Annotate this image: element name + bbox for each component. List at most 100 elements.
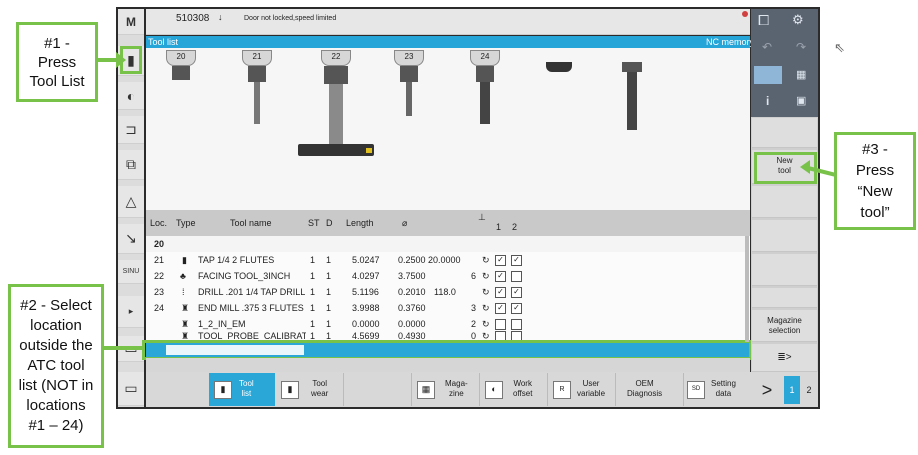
row-diameter: 0.2500 [398, 255, 426, 265]
next-page-arrow[interactable]: > [754, 376, 780, 404]
sinumerik-icon[interactable]: SINU [118, 260, 144, 284]
row-name: FACING TOOL_3INCH [198, 271, 291, 281]
oem-diagnosis-label: OEM Diagnosis [627, 379, 663, 398]
tool-20: 20 [164, 48, 198, 88]
tool-wear-icon: ▮ [281, 381, 299, 399]
oem-diagnosis-button[interactable]: OEM Diagnosis [617, 373, 684, 406]
row-loc: 24 [154, 303, 165, 313]
work-offset-button[interactable]: ◐ Work offset [481, 373, 548, 406]
row-count: 6 [471, 271, 477, 281]
table-footer [146, 358, 750, 372]
row-length: 4.0297 [352, 271, 380, 281]
spindle-dir-icon: ↻ [482, 271, 490, 281]
window-icon[interactable] [754, 66, 782, 84]
row-loc: 23 [154, 287, 165, 297]
program-icon[interactable]: ⊐ [118, 116, 144, 144]
softkey-blank-2[interactable] [752, 186, 817, 218]
row-check2[interactable] [511, 268, 522, 284]
table-row-selected[interactable]: 20 [146, 236, 748, 252]
expand-arrow-icon[interactable]: ▸ [118, 296, 144, 328]
screenshot-icon[interactable]: ⧠ [758, 12, 769, 29]
user-variable-label: User variable [577, 379, 606, 398]
row-d: 1 [326, 271, 332, 281]
row-check1[interactable]: ✓ [495, 300, 506, 316]
tool-unloaded-1 [546, 62, 572, 76]
machine-icon[interactable]: M [118, 9, 144, 35]
wrench-icon[interactable]: ↘ [118, 224, 144, 254]
offset-icon[interactable]: ◐ [118, 82, 144, 110]
tool-list-button[interactable]: ▮ Tool list [209, 373, 275, 406]
tool-23: 23 [392, 48, 426, 120]
softkey-blank-4[interactable] [752, 254, 817, 286]
page-2[interactable]: 2 [802, 376, 816, 404]
row-diameter: 0.2010 [398, 287, 426, 297]
row-name: END MILL .375 3 FLUTES [198, 303, 304, 313]
tool-list-icon: ▮ [214, 381, 232, 399]
table-row[interactable]: 21 ▮ TAP 1/4 2 FLUTES 1 1 5.0247 0.2500 … [146, 252, 748, 268]
title-right: NC memory [706, 37, 755, 47]
callout-3: #3 - Press “New tool” [834, 132, 916, 230]
tool-22: 22 [296, 48, 376, 164]
softkey-blank-3[interactable] [752, 220, 817, 252]
tool-wear-button[interactable]: ▮ Tool wear [277, 373, 344, 406]
undo-icon[interactable]: ↶ [762, 40, 772, 54]
table-scrollbar[interactable] [745, 236, 749, 342]
row-check1[interactable]: ✓ [495, 252, 506, 268]
files-icon[interactable]: ⧉ [118, 150, 144, 180]
row-check1[interactable]: ✓ [495, 268, 506, 284]
row-length: 5.1196 [352, 287, 379, 297]
header-diameter: ⌀ [402, 218, 408, 228]
magazine-number: 23 [394, 50, 424, 66]
facing-tool-icon: ♣ [180, 271, 186, 281]
info-icon[interactable]: i [766, 94, 769, 108]
header-st: ST [308, 218, 320, 228]
row-check2[interactable]: ✓ [511, 300, 522, 316]
user-variable-button[interactable]: R User variable [549, 373, 616, 406]
row-check1[interactable]: ✓ [495, 284, 506, 300]
table-row[interactable]: 24 ♜ END MILL .375 3 FLUTES 1 1 3.9988 0… [146, 300, 748, 316]
spindle-dir-icon: ↻ [482, 255, 490, 265]
header-col1: 1 [496, 222, 502, 232]
highlight-box-row [142, 340, 752, 360]
page-1[interactable]: 1 [784, 376, 800, 404]
title-left: Tool list [148, 37, 179, 47]
magazine-icon: ▦ [417, 381, 435, 399]
magazine-number: 21 [242, 50, 272, 66]
user-variable-icon: R [553, 381, 571, 399]
tool-unloaded-2 [620, 62, 644, 134]
alarm-icon[interactable]: △ [118, 186, 144, 218]
more-softkeys-button[interactable]: ≣> [752, 344, 817, 372]
softkey-blank-1[interactable] [752, 118, 817, 148]
row-diameter: 3.7500 [398, 271, 426, 281]
setting-data-button[interactable]: SD Setting data [685, 373, 749, 406]
table-row[interactable]: 23 ⁞ DRILL .201 1/4 TAP DRILL 1 1 5.1196… [146, 284, 748, 300]
row-d: 1 [326, 255, 332, 265]
magazine-selection-button[interactable]: Magazine selection [752, 310, 817, 342]
blank-softkey[interactable] [345, 373, 412, 406]
row-loc: 20 [154, 239, 165, 249]
row-check2[interactable]: ✓ [511, 252, 522, 268]
arrow-down-icon: ↓ [218, 12, 223, 22]
magazine-button[interactable]: ▦ Maga- zine [413, 373, 480, 406]
settings-icon[interactable]: ⚙ [792, 12, 804, 28]
row-loc: 21 [154, 255, 165, 265]
spindle-dir-icon: ↻ [482, 303, 490, 313]
redo-icon[interactable]: ↷ [796, 40, 806, 54]
table-row[interactable]: 22 ♣ FACING TOOL_3INCH 1 1 4.0297 3.7500… [146, 268, 748, 284]
row-length: 3.9988 [352, 303, 380, 313]
softkey-blank-5[interactable] [752, 288, 817, 308]
row-st: 1 [310, 271, 316, 281]
mouse-cursor-icon: ⇖ [834, 40, 845, 55]
magazine-label: Maga- zine [445, 379, 468, 398]
row-check2[interactable]: ✓ [511, 284, 522, 300]
keyboard-icon[interactable]: ▦ [796, 68, 806, 81]
setting-data-label: Setting data [711, 379, 736, 398]
magazine-number: 20 [166, 50, 196, 66]
row-st: 1 [310, 255, 316, 265]
bottom-panel-icon[interactable]: ▭ [118, 372, 144, 406]
camera-icon[interactable]: ▣ [796, 94, 806, 107]
header-loc: Loc. [150, 218, 168, 228]
highlight-box-tool-list [120, 46, 142, 74]
magazine-number: 22 [321, 50, 351, 66]
end-mill-icon: ♜ [181, 303, 190, 313]
